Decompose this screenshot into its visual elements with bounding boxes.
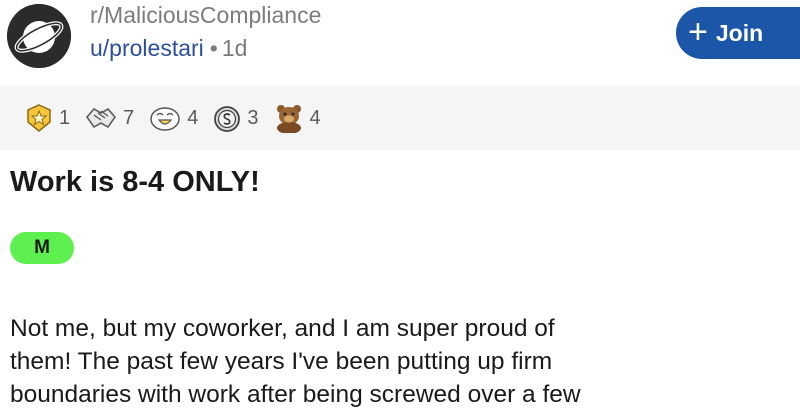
author-link[interactable]: u/prolestari xyxy=(90,35,204,61)
bear-icon xyxy=(276,105,301,133)
award-count: 4 xyxy=(187,106,199,129)
award-count: 7 xyxy=(123,106,135,129)
post-body-line: them! The past few years I've been putti… xyxy=(10,348,553,375)
subreddit-name[interactable]: r/MaliciousCompliance xyxy=(90,2,321,29)
handshake-icon xyxy=(86,108,117,128)
post-age: 1d xyxy=(221,35,248,61)
meta-separator: • xyxy=(209,35,218,61)
awards-bar: 1 7 4 3 4 xyxy=(0,86,800,150)
post-body-line: boundaries with work after being screwed… xyxy=(10,381,581,408)
post-meta: u/prolestari • 1d xyxy=(90,35,247,62)
post-body-line: Not me, but my coworker, and I am super … xyxy=(10,315,555,342)
award-star[interactable]: 1 xyxy=(24,103,70,133)
join-button[interactable]: + Join xyxy=(676,7,800,59)
post-body: Not me, but my coworker, and I am super … xyxy=(10,312,790,411)
post-flair[interactable]: M xyxy=(10,232,74,264)
award-bear[interactable]: 4 xyxy=(273,103,321,133)
subreddit-avatar-icon[interactable] xyxy=(7,4,71,68)
award-laughing[interactable]: 4 xyxy=(148,103,198,133)
join-button-label: Join xyxy=(715,19,764,46)
coin-icon xyxy=(214,106,241,132)
star-badge-icon xyxy=(27,104,51,132)
laughing-face-icon xyxy=(150,107,180,131)
award-handshake[interactable]: 7 xyxy=(84,103,134,133)
plus-icon: + xyxy=(688,12,708,51)
post-title[interactable]: Work is 8-4 ONLY! xyxy=(10,166,260,199)
award-count: 1 xyxy=(59,106,71,129)
post-header: r/MaliciousCompliance u/prolestari • 1d + … xyxy=(0,0,800,86)
award-coin[interactable]: 3 xyxy=(212,103,259,133)
award-count: 3 xyxy=(247,106,259,129)
award-count: 4 xyxy=(309,106,321,129)
